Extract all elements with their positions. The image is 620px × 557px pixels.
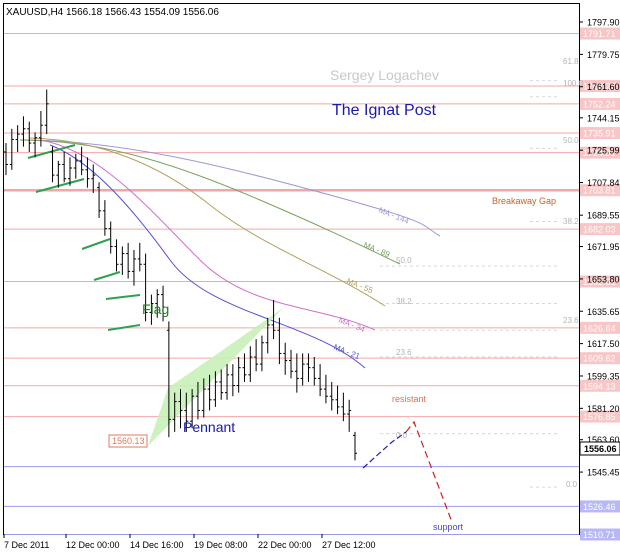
fib-level-label: 23.6 xyxy=(396,348,412,357)
flag-label: Flag xyxy=(142,301,169,317)
price-tick-label: 1744.15 xyxy=(587,113,620,123)
price-tick-label: 1725.99 xyxy=(587,146,620,156)
price-tick-label: 1689.55 xyxy=(587,211,620,221)
price-chart[interactable]: 1791.711762.271752.241735.911724.911703.… xyxy=(0,0,620,552)
fib-level-label: 50.0 xyxy=(563,136,579,145)
price-level-label: 1682.03 xyxy=(583,225,616,235)
price-tick-label: 1599.35 xyxy=(587,371,620,381)
price-tick-label: 1707.84 xyxy=(587,178,620,188)
brand-text: The Ignat Post xyxy=(332,102,437,119)
price-tick-label: 1671.95 xyxy=(587,242,620,252)
price-tick-label: 1581.20 xyxy=(587,404,620,414)
price-level-label: 1626.64 xyxy=(583,323,616,333)
fib-level-label: 61.8 xyxy=(563,57,579,66)
header-symbol: XAUUSD,H4 xyxy=(6,7,64,18)
date-tick-label: 19 Dec 08:00 xyxy=(194,540,248,550)
current-price-label: 1556.06 xyxy=(584,444,617,454)
price-level-label: 1510.71 xyxy=(583,530,616,540)
watermark-text: Sergey Logachev xyxy=(330,67,439,83)
date-tick-label: 12 Dec 00:00 xyxy=(66,540,120,550)
price-level-label: 1526.46 xyxy=(583,502,616,512)
fib-level-label: 38.2 xyxy=(396,297,412,306)
price-level-label: 1752.24 xyxy=(583,99,616,109)
price-tick-label: 1761.60 xyxy=(587,82,620,92)
price-tick-label: 1653.80 xyxy=(587,274,620,284)
breakaway-gap-label: Breakaway Gap xyxy=(492,196,556,206)
price-level-label: 1735.91 xyxy=(583,129,616,139)
fib-level-label: 38.2 xyxy=(563,217,579,226)
price-level-label: 1594.13 xyxy=(583,381,616,391)
fib-level-label: 0.0 xyxy=(566,480,578,489)
date-tick-label: 27 Dec 12:00 xyxy=(322,540,376,550)
support-label: support xyxy=(433,522,464,532)
price-tick-label: 1797.90 xyxy=(587,18,620,28)
price-tick-label: 1617.50 xyxy=(587,339,620,349)
price-tick-label: 1545.45 xyxy=(587,468,620,478)
fib-level-label: 23.6 xyxy=(563,316,579,325)
resistant-label: resistant xyxy=(392,394,427,404)
header-ohlc: 1566.18 1566.43 1554.09 1556.06 xyxy=(66,7,219,18)
date-tick-label: 7 Dec 2011 xyxy=(4,540,49,550)
date-tick-label: 14 Dec 16:00 xyxy=(130,540,184,550)
price-level-label: 1791.71 xyxy=(583,29,616,39)
chart-background xyxy=(0,0,620,552)
price-level-label: 1609.62 xyxy=(583,354,616,364)
date-tick-label: 22 Dec 00:00 xyxy=(258,540,312,550)
chart-window: 1791.71 1762.27 1752.24 1735.91 1724.91 1703.… xyxy=(0,0,620,552)
price-tick-label: 1779.75 xyxy=(587,50,620,60)
low-marker-label: 1560.13 xyxy=(112,436,145,446)
pennant-label: Pennant xyxy=(183,419,235,435)
price-tick-label: 1635.65 xyxy=(587,307,620,317)
